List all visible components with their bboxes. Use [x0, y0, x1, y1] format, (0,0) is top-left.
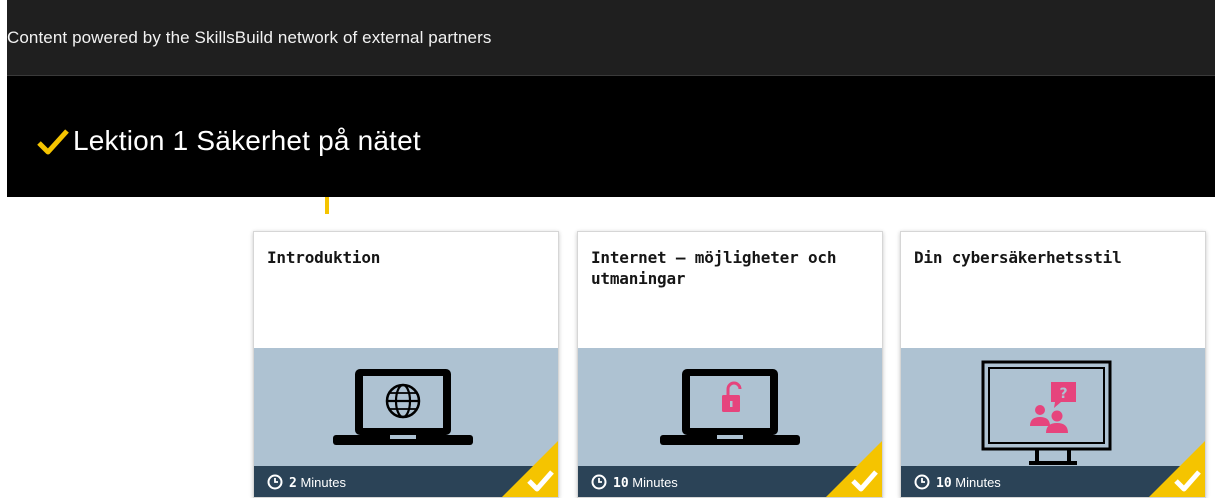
completed-checkmark-icon	[1149, 441, 1205, 497]
activity-card-internet[interactable]: Internet – möjligheter och utmaningar 10…	[577, 231, 883, 498]
completed-checkmark-icon	[826, 441, 882, 497]
activity-card-cybersakerhetsstil[interactable]: Din cybersäkerhetsstil ? 10 Minutes	[900, 231, 1206, 498]
lesson-header[interactable]: Lektion 1 Säkerhet på nätet	[7, 76, 1215, 197]
card-duration: 10 Minutes	[613, 474, 678, 492]
partner-notice-text: Content powered by the SkillsBuild netwo…	[7, 28, 492, 47]
duration-value: 10	[613, 476, 629, 491]
duration-unit: Minutes	[955, 475, 1001, 490]
lesson-complete-check-icon	[37, 129, 69, 155]
clock-icon	[267, 474, 283, 490]
completed-checkmark-icon	[502, 441, 558, 497]
clock-icon	[591, 474, 607, 490]
duration-unit: Minutes	[632, 475, 678, 490]
card-duration: 10 Minutes	[936, 474, 1001, 492]
clock-icon	[914, 474, 930, 490]
svg-text:?: ?	[1059, 386, 1067, 402]
duration-value: 10	[936, 476, 952, 491]
card-title: Din cybersäkerhetsstil	[914, 248, 1122, 267]
card-duration: 2 Minutes	[289, 474, 346, 492]
card-title: Internet – möjligheter och utmaningar	[591, 248, 837, 288]
lesson-title: Lektion 1 Säkerhet på nätet	[73, 125, 421, 156]
partner-notice-bar: Content powered by the SkillsBuild netwo…	[7, 0, 1215, 76]
activity-card-introduktion[interactable]: Introduktion 2 Minutes	[253, 231, 559, 498]
duration-unit: Minutes	[300, 475, 346, 490]
duration-value: 2	[289, 476, 297, 491]
progress-connector	[325, 197, 329, 214]
card-title: Introduktion	[267, 248, 381, 267]
